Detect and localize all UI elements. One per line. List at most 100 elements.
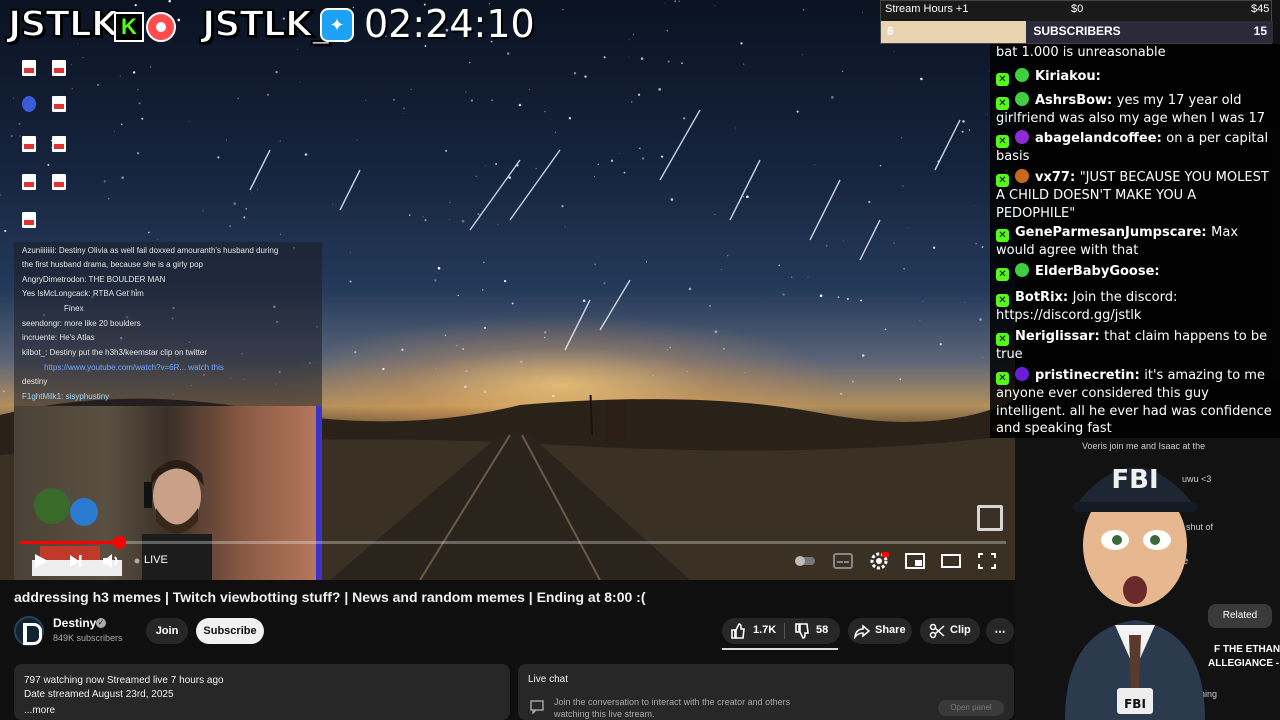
webcam-feed — [14, 406, 322, 580]
description-more-link[interactable]: ...more — [24, 705, 55, 716]
kick-badge-icon: ✕ — [996, 268, 1009, 281]
progress-bar[interactable] — [20, 541, 1006, 544]
settings-gear-icon[interactable] — [868, 549, 890, 573]
clip-label[interactable]: Clip — [950, 624, 971, 636]
description-box[interactable]: 797 watching now Streamed live 7 hours a… — [14, 664, 510, 720]
pdf-file-icon[interactable] — [22, 212, 36, 228]
meteor-streak — [469, 159, 521, 231]
verified-check-icon: ✓ — [96, 618, 106, 628]
chat-username[interactable]: Neriglissar: — [1015, 329, 1104, 344]
chat-username[interactable]: Kiriakou: — [1035, 69, 1101, 84]
chat-message: bat 1.000 is unreasonable — [996, 44, 1274, 62]
fbi-cap-text: FBI — [1111, 465, 1158, 495]
chat-username[interactable]: pristinecretin: — [1035, 368, 1144, 383]
chat-message: ✕ GeneParmesanJumpscare: Max would agree … — [996, 224, 1274, 260]
pdf-file-icon[interactable] — [52, 60, 66, 76]
play-icon[interactable] — [30, 549, 52, 573]
chat-avatar-icon — [1015, 367, 1029, 381]
open-panel-button[interactable]: Open panel — [938, 700, 1004, 716]
share-label[interactable]: Share — [875, 624, 906, 636]
jstlk-logo-right: JSTLK_ — [201, 3, 331, 46]
more-options-icon[interactable]: ⋯ — [986, 618, 1014, 644]
stream-hours-right: $45 — [1251, 3, 1270, 15]
watermark-logo — [977, 505, 1003, 531]
mini-chat-line: F1ghtMilk1: sisyphustiny — [22, 392, 110, 401]
chat-username[interactable]: vx77: — [1035, 170, 1080, 185]
fbi-badge-text: FBI — [1124, 697, 1146, 711]
meteor-streak — [729, 159, 761, 221]
mini-chat-link[interactable]: https://www.youtube.com/watch?v=6R... wa… — [44, 363, 224, 372]
channel-name[interactable]: Destiny — [53, 616, 96, 630]
related-chip[interactable]: Related — [1208, 604, 1272, 628]
meteor-streak — [509, 149, 561, 221]
meteor-streak — [339, 169, 361, 211]
kick-badge-icon: ✕ — [996, 372, 1009, 385]
live-dot-icon — [134, 558, 140, 564]
miniplayer-icon[interactable] — [904, 549, 926, 573]
chat-avatar-icon — [1015, 263, 1029, 277]
chat-avatar-icon — [1015, 92, 1029, 106]
mini-chat-line: incruente: He's Atlas — [22, 333, 95, 342]
chat-avatar-icon — [1015, 130, 1029, 144]
live-chat-message: Join the conversation to interact with t… — [554, 697, 791, 719]
live-chat-panel: Live chat Join the conversation to inter… — [518, 664, 1014, 720]
channel-avatar[interactable] — [14, 616, 44, 646]
thumbs-up-icon[interactable] — [730, 622, 746, 640]
pdf-file-icon[interactable] — [52, 174, 66, 190]
subscribers-goal-bar: 6 SUBSCRIBERS 15 — [881, 21, 1273, 43]
mini-chat-line: seendongr: more like 20 boulders — [22, 319, 141, 328]
volume-icon[interactable] — [100, 549, 122, 573]
subscribers-goal-target: 15 — [1253, 24, 1267, 38]
pdf-file-icon[interactable] — [22, 60, 36, 76]
mini-chat-line: kilbot_: Destiny put the h3h3/keemstar c… — [22, 348, 207, 357]
chat-message: ✕ Kiriakou: — [996, 68, 1274, 86]
fullscreen-icon[interactable] — [976, 549, 998, 573]
stream-chat-overlay: bat 1.000 is unreasonable ✕ Kiriakou: ✕ Ash… — [990, 44, 1280, 438]
like-divider — [784, 623, 785, 639]
chat-message: ✕ pristinecretin: it's amazing to me anyo… — [996, 367, 1274, 438]
chat-username[interactable]: ElderBabyGoose: — [1035, 264, 1160, 279]
related-video-title[interactable]: F THE ETHAN — [1214, 644, 1280, 655]
chat-text: bat 1.000 is unreasonable — [996, 45, 1166, 60]
stream-timer: 02:24:10 — [364, 2, 535, 46]
dislike-count[interactable]: 58 — [816, 624, 828, 636]
mini-chat-line: the first husband drama, because she is … — [22, 260, 203, 269]
fbi-mascot-image: FBI FBI — [1065, 465, 1205, 720]
progress-scrubber[interactable] — [112, 536, 126, 549]
thumbs-down-icon[interactable] — [794, 622, 810, 640]
mini-chat-line: Yes IsMcLongcack: RTBA Get him — [22, 289, 144, 298]
chat-avatar-icon — [1015, 169, 1029, 183]
description-date: Date streamed August 23rd, 2025 — [24, 689, 174, 700]
pdf-file-icon[interactable] — [52, 96, 66, 112]
description-stats: 797 watching now Streamed live 7 hours a… — [24, 675, 224, 686]
pdf-file-icon[interactable] — [22, 136, 36, 152]
join-button[interactable]: Join — [146, 618, 188, 644]
record-icon — [146, 12, 176, 42]
subtitles-icon[interactable] — [832, 549, 854, 573]
kick-logo-icon: K — [114, 12, 144, 42]
app-shortcut-icon[interactable] — [22, 96, 36, 112]
chat-username[interactable]: abagelandcoffee: — [1035, 131, 1166, 146]
chat-username[interactable]: GeneParmesanJumpscare: — [1015, 225, 1211, 240]
stream-hours-label: Stream Hours +1 — [885, 3, 969, 15]
theater-mode-icon[interactable] — [940, 549, 962, 573]
chat-username[interactable]: BotRix: — [1015, 290, 1073, 305]
pdf-file-icon[interactable] — [52, 136, 66, 152]
progress-fill — [20, 541, 119, 544]
meteor-streak — [659, 109, 701, 181]
next-icon[interactable] — [66, 549, 86, 573]
autoplay-toggle-icon[interactable] — [792, 549, 818, 573]
live-chat-title: Live chat — [528, 674, 569, 685]
share-icon — [854, 624, 870, 639]
subscribe-button[interactable]: Subscribe — [196, 618, 264, 644]
mini-chat-line: destiny — [22, 377, 48, 386]
related-video-title[interactable]: ALLEGIANCE - — [1208, 658, 1279, 669]
chat-message: ✕ AshrsBow: yes my 17 year old girlfriend… — [996, 92, 1274, 128]
live-label[interactable]: LIVE — [144, 554, 168, 566]
chat-username[interactable]: AshrsBow: — [1035, 93, 1117, 108]
kick-badge-icon: ✕ — [996, 174, 1009, 187]
like-count[interactable]: 1.7K — [753, 624, 776, 636]
meteor-streak — [934, 119, 961, 171]
pdf-file-icon[interactable] — [22, 174, 36, 190]
kick-badge-icon: ✕ — [996, 333, 1009, 346]
